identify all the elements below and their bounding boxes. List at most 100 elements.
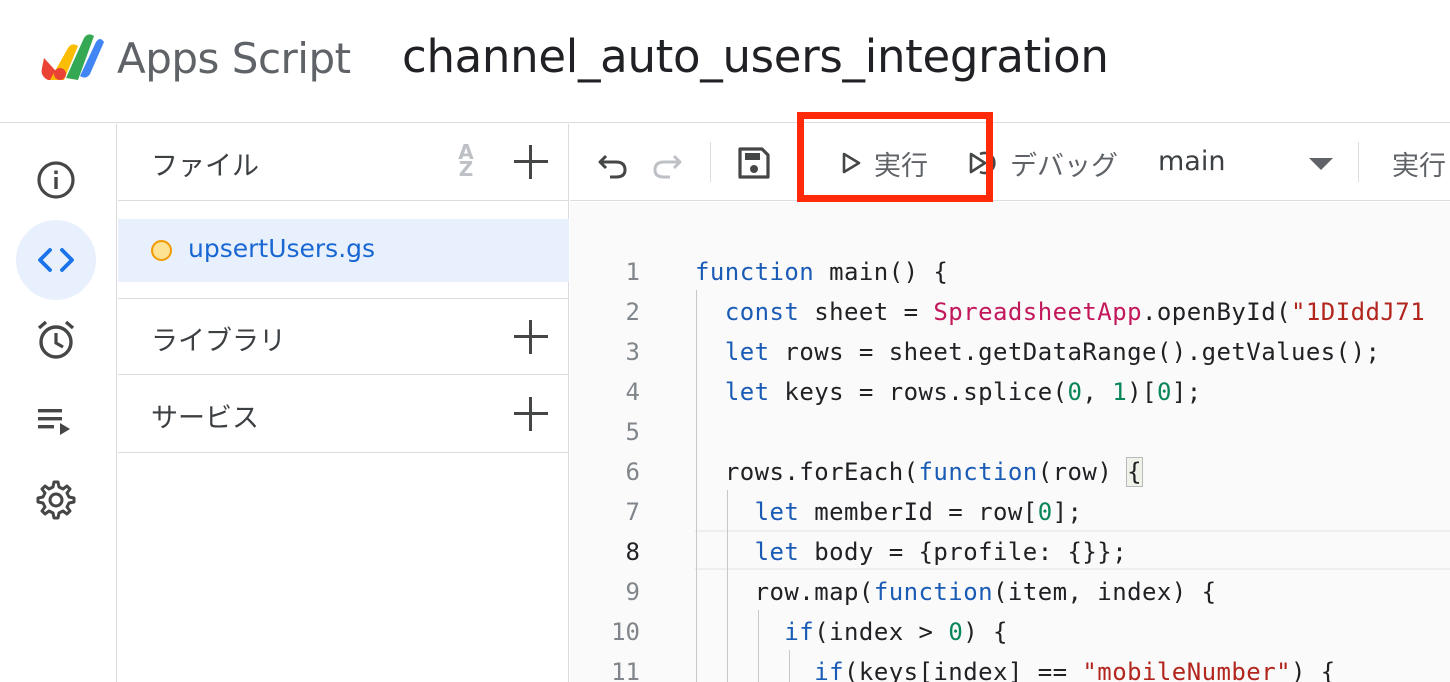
code-token: ) { [963,618,1008,646]
undo-icon[interactable] [596,144,630,182]
code-token: "1DIddJ71 [1291,298,1426,326]
unsaved-file-dot [151,240,172,261]
code-token: let [754,538,800,566]
line-number: 7 [625,498,640,526]
services-section-header: サービス [118,376,569,453]
project-title[interactable]: channel_auto_users_integration [402,30,1109,83]
app-header: Apps Script channel_auto_users_integrati… [0,0,1450,123]
code-token: const [724,298,800,326]
libraries-label: ライブラリ [151,326,286,357]
code-token: let [754,498,800,526]
save-icon[interactable] [735,144,773,182]
code-line: let keys = rows.splice(0, 1)[0]; [695,372,1202,412]
code-token: .openById( [1142,298,1291,326]
gear-icon [36,480,76,520]
line-number: 5 [625,418,640,446]
code-token: 0 [1156,378,1172,406]
info-icon [37,161,75,199]
line-number: 8 [625,538,640,566]
code-line: if(keys[index] == "mobileNumber") { [695,652,1336,682]
overview-button[interactable] [16,140,96,220]
code-token: if [814,658,845,682]
app-name[interactable]: Apps Script [117,34,351,83]
code-token: (row) [1037,458,1128,486]
code-token: function [918,458,1038,486]
file-item-upsertusers[interactable]: upsertUsers.gs [118,219,569,282]
services-label: サービス [151,403,259,434]
add-library-button[interactable] [513,319,549,355]
left-nav-rail [0,124,117,682]
executions-button[interactable] [16,380,96,460]
code-line: if(index > 0) { [695,612,1008,652]
line-number: 10 [611,618,640,646]
code-token: SpreadsheetApp [933,298,1142,326]
code-token: body = {profile: {}}; [799,538,1128,566]
code-token: )[ [1127,378,1157,406]
execution-log-button[interactable]: 実行 [1392,144,1446,183]
editor-button[interactable] [16,220,96,300]
code-token: keys = rows.splice( [769,378,1068,406]
files-section-header: ファイル AZ [118,124,569,201]
code-token: row.map( [754,578,874,606]
line-number: 6 [625,458,640,486]
triggers-button[interactable] [16,300,96,380]
function-selector[interactable]: main [1158,146,1225,177]
code-token: memberId = row[ [799,498,1038,526]
code-line: let memberId = row[0]; [695,492,1082,532]
code-token: let [724,378,770,406]
run-button-highlight-annotation [797,112,993,202]
sort-files-icon[interactable]: AZ [446,142,486,182]
code-token: (keys[index] == [844,658,1083,682]
toolbar-divider [710,142,711,182]
executions-icon [38,409,70,435]
code-line: const sheet = SpreadsheetApp.openById("1… [695,292,1425,332]
code-token: sheet = [799,298,934,326]
code-token: "mobileNumber" [1082,658,1291,682]
add-service-button[interactable] [513,396,549,432]
code-token: ]; [1052,498,1083,526]
matched-bracket: { [1126,457,1144,487]
code-token: 1 [1112,378,1128,406]
code-token: let [724,338,770,366]
line-number: 4 [625,378,640,406]
code-icon [38,248,74,272]
debug-button[interactable]: デバッグ [1010,144,1118,183]
code-line: let body = {profile: {}}; [695,532,1127,572]
code-line: rows.forEach(function(row) { [695,452,1144,492]
toolbar-divider [1358,142,1359,182]
code-token: (item, index) { [993,578,1217,606]
files-label: ファイル [151,151,259,182]
editor-toolbar: 実行 デバッグ main 実行 [570,124,1450,201]
line-number: 3 [625,338,640,366]
code-token: function [695,258,815,286]
add-file-button[interactable] [513,144,549,180]
code-token: ]; [1171,378,1202,406]
code-token: (index > [814,618,949,646]
code-token: if [784,618,815,646]
code-token: rows = sheet.getDataRange().getValues(); [769,338,1381,366]
alarm-icon [37,320,75,359]
files-panel: ファイル AZ upsertUsers.gs ライブラリ サービス [118,124,569,682]
code-line: row.map(function(item, index) { [695,572,1217,612]
chevron-down-icon[interactable] [1309,158,1333,170]
code-editor[interactable]: 1 2 3 4 5 6 7 8 9 10 11 function main() … [570,202,1450,682]
sort-files-label: AZ [458,140,474,181]
code-token: function [873,578,994,606]
redo-icon[interactable] [650,144,684,182]
libraries-section-header: ライブラリ [118,298,569,375]
code-line: function main() { [695,252,948,292]
line-number: 1 [625,258,640,286]
line-number: 9 [625,578,640,606]
line-number: 2 [625,298,640,326]
code-token: ) { [1291,658,1336,682]
code-token: 0 [1037,498,1053,526]
code-token: 0 [948,618,964,646]
file-name: upsertUsers.gs [188,234,376,263]
apps-script-logo[interactable] [38,28,106,84]
code-token: 0 [1067,378,1083,406]
settings-button[interactable] [16,460,96,540]
code-line: let rows = sheet.getDataRange().getValue… [695,332,1380,372]
code-token: rows.forEach( [724,458,919,486]
line-number: 11 [611,658,640,682]
code-token: , [1082,378,1113,406]
